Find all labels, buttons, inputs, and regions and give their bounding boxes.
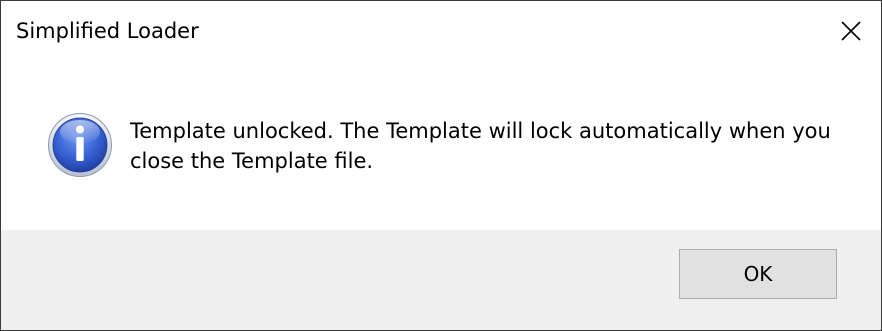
message-text: Template unlocked. The Template will loc… <box>130 119 831 173</box>
message-dialog: Simplified Loader Template unlocked. The… <box>0 0 882 331</box>
dialog-content: Template unlocked. The Template will loc… <box>1 61 881 229</box>
ok-button[interactable]: OK <box>679 249 837 299</box>
close-icon <box>841 21 861 41</box>
title-bar: Simplified Loader <box>1 1 881 61</box>
button-bar: OK <box>1 230 881 330</box>
window-title: Simplified Loader <box>16 19 199 43</box>
info-icon <box>48 113 112 177</box>
close-button[interactable] <box>821 1 881 61</box>
